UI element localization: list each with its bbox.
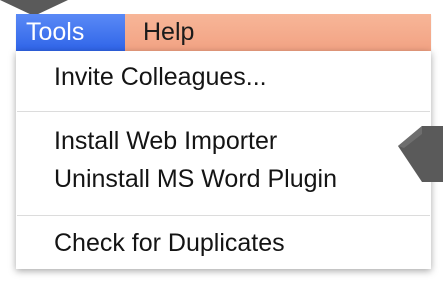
- menu-tools[interactable]: Tools: [16, 14, 125, 51]
- tools-dropdown-menu: Invite Colleagues... Install Web Importe…: [16, 51, 431, 269]
- annotation-arrow-left-icon: [398, 104, 443, 204]
- menu-item-install-web-importer[interactable]: Install Web Importer: [54, 127, 277, 156]
- menu-item-check-for-duplicates[interactable]: Check for Duplicates: [54, 229, 285, 258]
- menu-separator: [17, 111, 430, 112]
- menu-item-uninstall-ms-word-plugin[interactable]: Uninstall MS Word Plugin: [54, 165, 337, 194]
- menu-help[interactable]: Help: [125, 14, 431, 51]
- screenshot-stage: Tools Help Invite Colleagues... Install …: [0, 0, 443, 282]
- menu-separator: [17, 215, 430, 216]
- menu-bar: Tools Help: [16, 14, 431, 51]
- menu-item-invite-colleagues[interactable]: Invite Colleagues...: [54, 63, 267, 92]
